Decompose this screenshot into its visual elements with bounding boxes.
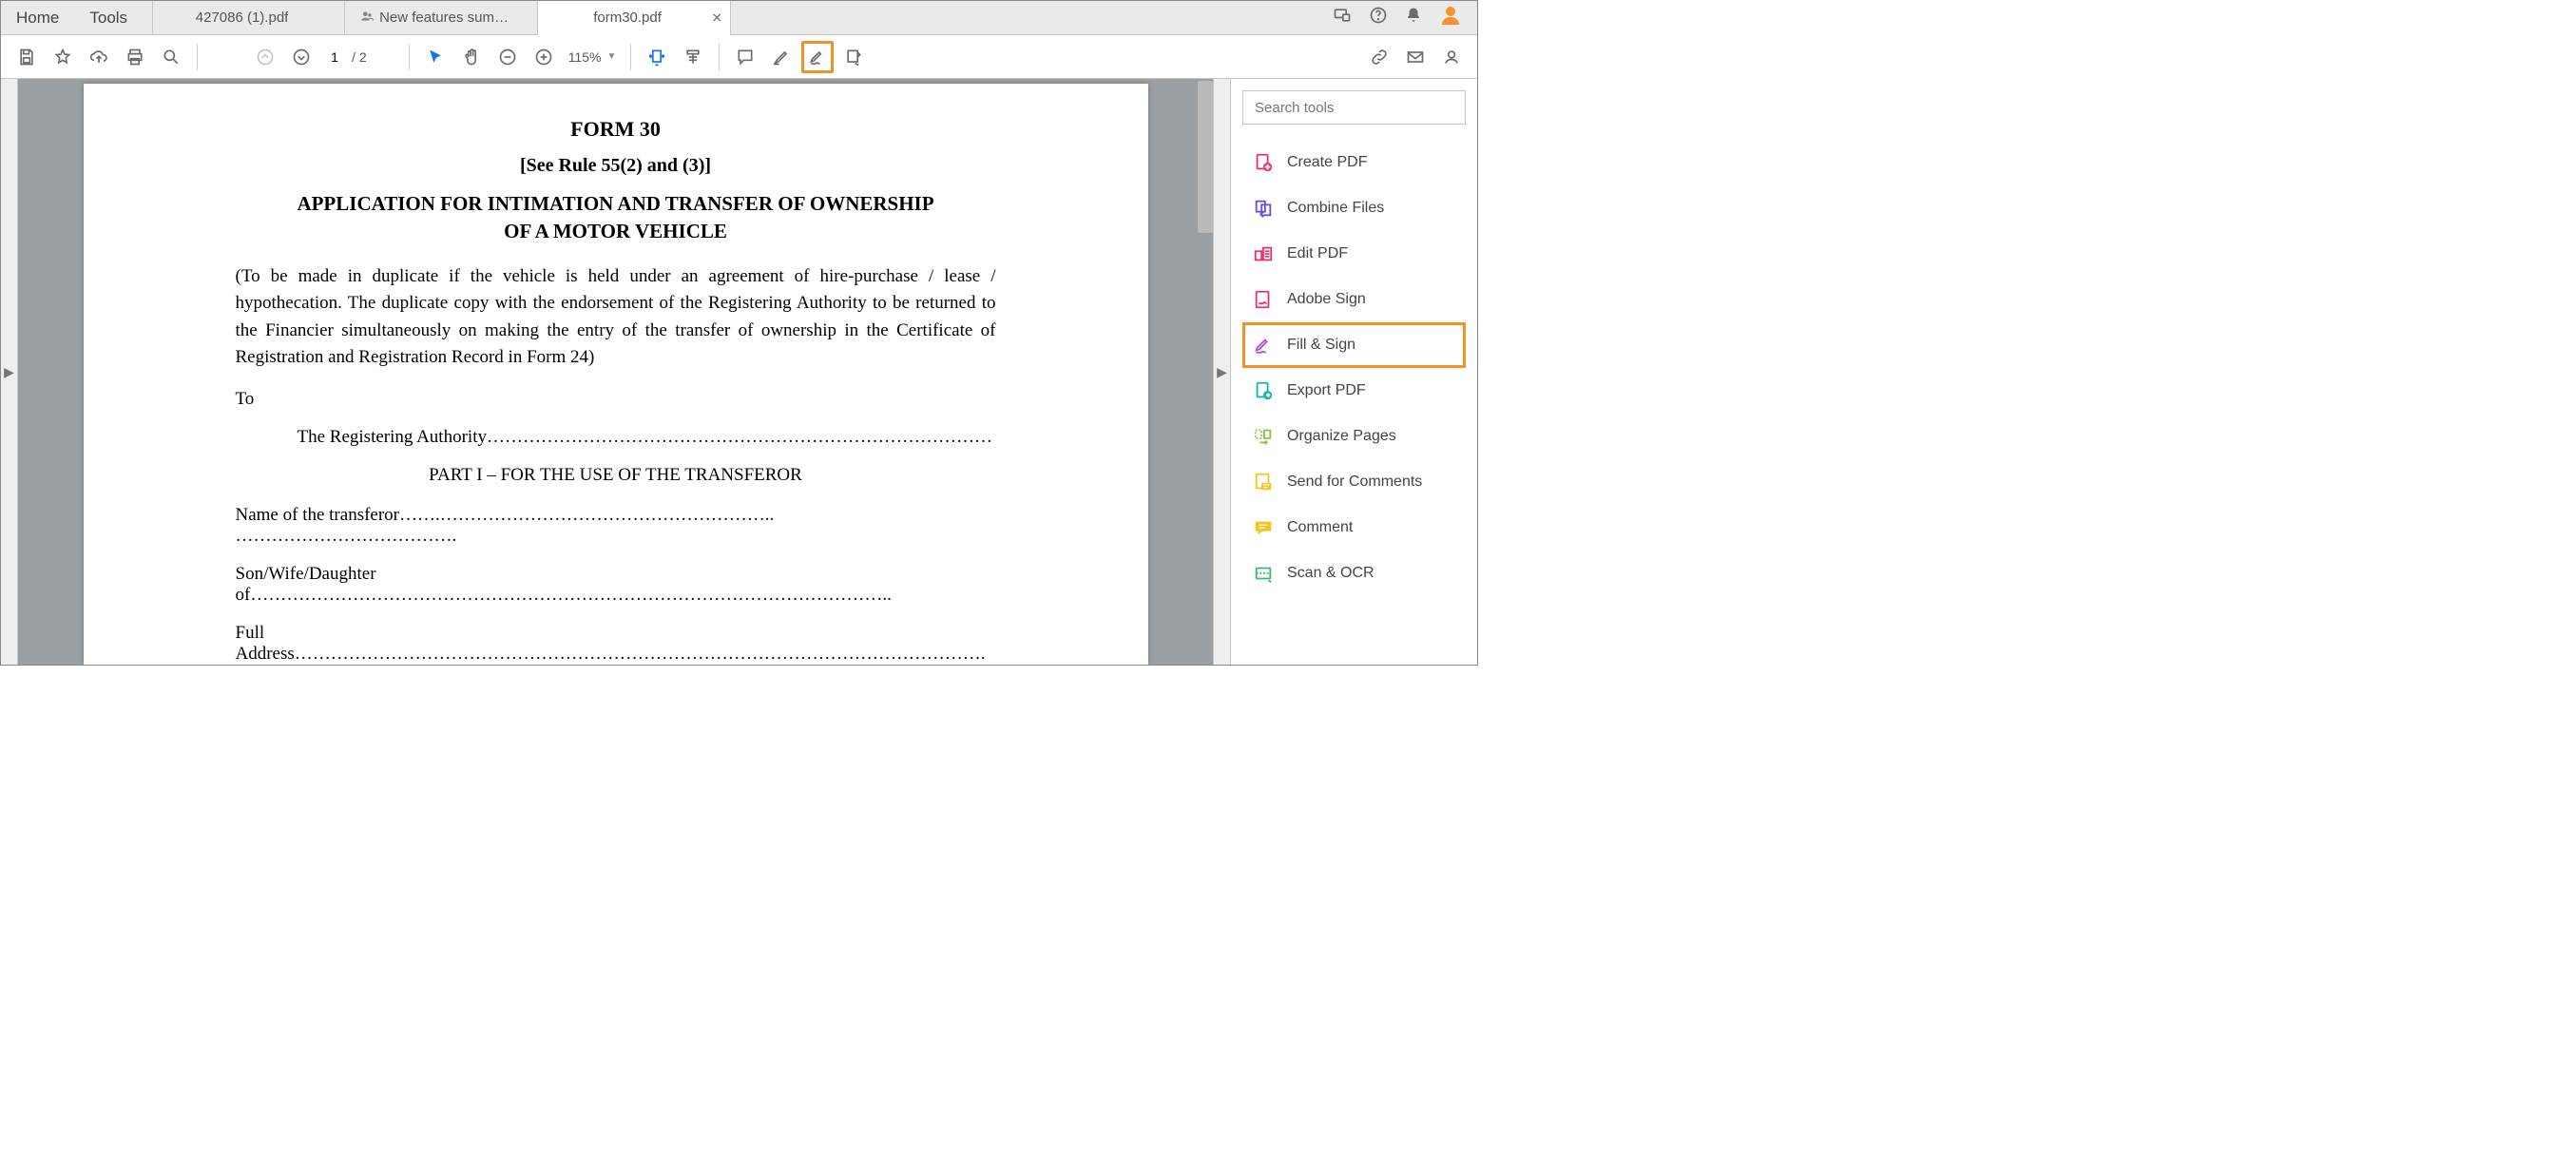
doc-title-line2: OF A MOTOR VEHICLE <box>504 220 727 242</box>
tool-item-label: Export PDF <box>1287 382 1366 399</box>
chevron-down-icon: ▼ <box>606 51 616 62</box>
close-icon[interactable]: ✕ <box>711 10 722 26</box>
sign-button[interactable] <box>801 41 834 73</box>
system-icons <box>1333 1 1477 34</box>
document-viewport[interactable]: FORM 30 [See Rule 55(2) and (3)] APPLICA… <box>18 79 1213 665</box>
right-panel-toggle[interactable]: ▶ <box>1213 79 1230 665</box>
send-icon <box>1253 472 1274 493</box>
edit-icon <box>1253 243 1274 264</box>
tool-item-comment[interactable]: Comment <box>1242 505 1466 551</box>
doc-heading-rule: [See Rule 55(2) and (3)] <box>236 155 996 177</box>
main-area: ▶ FORM 30 [See Rule 55(2) and (3)] APPLI… <box>1 79 1477 665</box>
current-page-input[interactable] <box>321 48 348 66</box>
fit-width-button[interactable] <box>641 41 673 73</box>
tool-item-label: Organize Pages <box>1287 428 1396 445</box>
share-user-button[interactable] <box>1435 41 1468 73</box>
tab-0[interactable]: 427086 (1).pdf <box>152 1 345 34</box>
export-icon <box>1253 380 1274 401</box>
menu-tools[interactable]: Tools <box>74 1 143 34</box>
doc-reg-authority: The Registering Authority………………………………………… <box>236 427 996 448</box>
organize-icon <box>1253 426 1274 447</box>
tools-panel: Create PDF Combine Files Edit PDF Adobe Sig… <box>1230 79 1477 665</box>
print-button[interactable] <box>119 41 151 73</box>
device-share-icon[interactable] <box>1333 6 1352 29</box>
menu-home[interactable]: Home <box>1 1 74 34</box>
zoom-out-button[interactable] <box>491 41 524 73</box>
page-separator: / <box>352 49 356 65</box>
star-button[interactable] <box>47 41 79 73</box>
tool-item-label: Send for Comments <box>1287 474 1422 491</box>
tool-item-label: Fill & Sign <box>1287 337 1355 354</box>
zoom-value: 115% <box>568 49 602 65</box>
doc-field-name: Name of the transferor…….………………………………………… <box>236 505 996 547</box>
pdf-page: FORM 30 [See Rule 55(2) and (3)] APPLICA… <box>84 84 1148 665</box>
combine-icon <box>1253 198 1274 219</box>
comment-button[interactable] <box>729 41 761 73</box>
doc-heading-form: FORM 30 <box>236 117 996 142</box>
tool-item-fill[interactable]: Fill & Sign <box>1242 322 1466 368</box>
tool-item-label: Adobe Sign <box>1287 291 1366 308</box>
left-panel-toggle[interactable]: ▶ <box>1 79 18 665</box>
bell-icon[interactable] <box>1405 7 1422 29</box>
tab-2[interactable]: form30.pdf ✕ <box>538 1 731 35</box>
find-button[interactable] <box>155 41 187 73</box>
toolbar: / 2 115% ▼ <box>1 35 1477 79</box>
tool-item-organize[interactable]: Organize Pages <box>1242 414 1466 459</box>
shared-icon <box>360 10 374 26</box>
tool-item-label: Comment <box>1287 519 1353 536</box>
help-icon[interactable] <box>1369 6 1388 29</box>
link-button[interactable] <box>1363 41 1395 73</box>
vertical-scrollbar[interactable] <box>1198 81 1213 233</box>
stamp-button[interactable] <box>837 41 870 73</box>
tool-item-label: Edit PDF <box>1287 245 1348 262</box>
zoom-dropdown[interactable]: 115% ▼ <box>564 47 622 68</box>
doc-field-address: Full Address…………………………………………………………………………… <box>236 623 996 665</box>
tool-item-edit[interactable]: Edit PDF <box>1242 231 1466 277</box>
doc-field-relation: Son/Wife/Daughter of……………………………………………………… <box>236 564 996 606</box>
adobesign-icon <box>1253 289 1274 310</box>
doc-to: To <box>236 389 996 410</box>
tab-label: New features sum… <box>379 10 509 26</box>
tool-item-adobesign[interactable]: Adobe Sign <box>1242 277 1466 322</box>
page-up-button[interactable] <box>249 41 281 73</box>
tool-item-label: Combine Files <box>1287 200 1384 217</box>
total-pages: 2 <box>359 49 367 65</box>
search-tools-input[interactable] <box>1242 90 1466 125</box>
zoom-in-button[interactable] <box>528 41 560 73</box>
create-icon <box>1253 152 1274 173</box>
highlight-button[interactable] <box>765 41 798 73</box>
hand-tool-button[interactable] <box>455 41 488 73</box>
title-bar: Home Tools 427086 (1).pdf New features s… <box>1 1 1477 35</box>
fill-icon <box>1253 335 1274 356</box>
tool-item-label: Scan & OCR <box>1287 565 1375 582</box>
tool-item-send[interactable]: Send for Comments <box>1242 459 1466 505</box>
save-button[interactable] <box>10 41 43 73</box>
tool-item-label: Create PDF <box>1287 154 1367 171</box>
tool-item-export[interactable]: Export PDF <box>1242 368 1466 414</box>
scan-icon <box>1253 563 1274 584</box>
doc-part-heading: PART I – FOR THE USE OF THE TRANSFEROR <box>236 465 996 486</box>
tab-label: 427086 (1).pdf <box>196 10 289 26</box>
page-indicator: / 2 <box>321 48 367 66</box>
page-display-button[interactable] <box>677 41 709 73</box>
comment-icon <box>1253 517 1274 538</box>
page-down-button[interactable] <box>285 41 317 73</box>
tab-label: form30.pdf <box>593 10 662 26</box>
email-button[interactable] <box>1399 41 1432 73</box>
selection-tool-button[interactable] <box>419 41 452 73</box>
tool-item-combine[interactable]: Combine Files <box>1242 185 1466 231</box>
tool-item-scan[interactable]: Scan & OCR <box>1242 551 1466 596</box>
tool-item-create[interactable]: Create PDF <box>1242 140 1466 185</box>
doc-paragraph: (To be made in duplicate if the vehicle … <box>236 263 996 372</box>
user-icon[interactable] <box>1439 4 1462 32</box>
tab-1[interactable]: New features sum… <box>345 1 538 34</box>
doc-title: APPLICATION FOR INTIMATION AND TRANSFER … <box>236 190 996 246</box>
doc-title-line1: APPLICATION FOR INTIMATION AND TRANSFER … <box>297 192 933 215</box>
cloud-upload-button[interactable] <box>83 41 115 73</box>
